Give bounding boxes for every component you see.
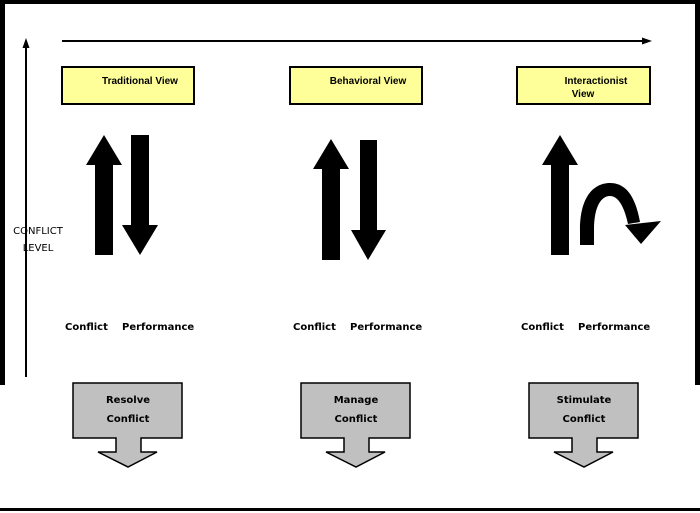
action-line1: Manage bbox=[334, 395, 379, 406]
conflict-level-axis-arrow bbox=[22, 38, 30, 377]
performance-label: Performance bbox=[122, 322, 194, 333]
axis-label-line2: LEVEL bbox=[23, 243, 54, 254]
conflict-up-arrow-icon bbox=[313, 139, 349, 260]
behavioral-view-box: Behavioral View bbox=[289, 66, 423, 105]
view-title-line2: View bbox=[572, 89, 595, 100]
action-line1: Stimulate bbox=[557, 395, 612, 406]
interactionist-view-box: Interactionist View bbox=[516, 66, 651, 105]
action-line2: Conflict bbox=[563, 414, 606, 425]
performance-label: Performance bbox=[578, 322, 650, 333]
axis-label-line1: CONFLICT bbox=[13, 226, 64, 237]
performance-down-arrow-icon bbox=[351, 140, 386, 260]
view-title: Interactionist bbox=[565, 76, 628, 87]
action-line2: Conflict bbox=[107, 414, 150, 425]
conflict-label: Conflict bbox=[521, 322, 564, 333]
action-line2: Conflict bbox=[335, 414, 378, 425]
manage-conflict-callout: Manage Conflict bbox=[300, 382, 411, 468]
traditional-view-box: Traditional View bbox=[61, 66, 195, 105]
view-title: Behavioral View bbox=[330, 76, 407, 87]
performance-label: Performance bbox=[350, 322, 422, 333]
time-axis-arrow bbox=[62, 37, 652, 45]
performance-curved-arrow-icon bbox=[580, 183, 661, 245]
conflict-up-arrow-icon bbox=[542, 135, 578, 255]
conflict-label: Conflict bbox=[65, 322, 108, 333]
conflict-label: Conflict bbox=[293, 322, 336, 333]
conflict-views-diagram: CONFLICT LEVEL Traditional View Behavior… bbox=[0, 0, 700, 511]
view-title: Traditional View bbox=[102, 76, 178, 87]
stimulate-conflict-callout: Stimulate Conflict bbox=[528, 382, 639, 468]
action-line1: Resolve bbox=[106, 395, 150, 406]
conflict-up-arrow-icon bbox=[86, 135, 122, 255]
bottom-rule bbox=[0, 508, 700, 511]
performance-down-arrow-icon bbox=[122, 135, 158, 255]
resolve-conflict-callout: Resolve Conflict bbox=[72, 382, 183, 468]
